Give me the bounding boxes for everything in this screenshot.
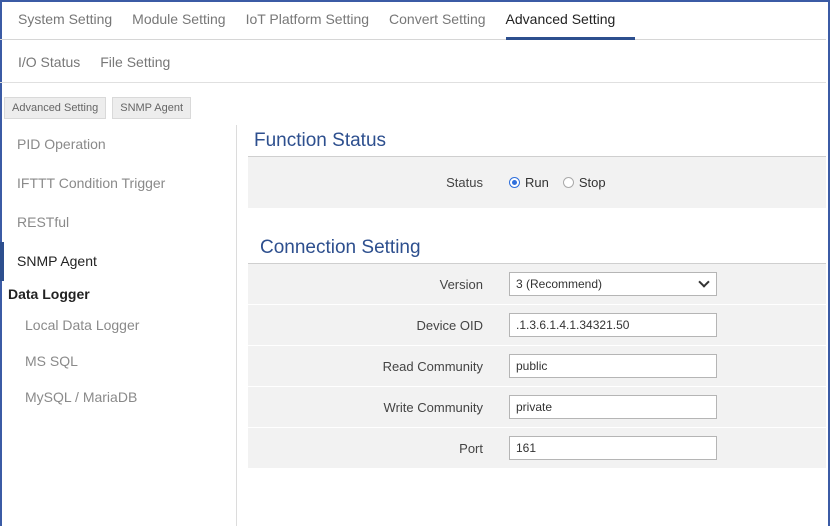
- stop-radio-dot[interactable]: [562, 177, 574, 188]
- stop-label: Stop: [578, 175, 606, 190]
- sidebar-item-mysql-mariadb[interactable]: MySQL / MariaDB: [0, 379, 232, 415]
- sidebar: PID Operation IFTTT Condition Trigger RE…: [0, 125, 232, 526]
- top-tabs: System Setting Module Setting IoT Platfo…: [0, 0, 826, 40]
- sidebar-item-restful[interactable]: RESTful: [0, 203, 232, 242]
- read-community-row: Read Community public: [248, 346, 826, 387]
- write-community-row: Write Community private: [248, 387, 826, 428]
- run-label: Run: [525, 175, 549, 190]
- function-status-title: Function Status: [248, 125, 826, 157]
- breadcrumb-snmp-agent[interactable]: SNMP Agent: [112, 97, 192, 119]
- device-oid-input[interactable]: .1.3.6.1.4.1.34321.50: [509, 313, 717, 337]
- port-input[interactable]: 161: [509, 436, 717, 460]
- breadcrumb-advanced-setting[interactable]: Advanced Setting: [4, 97, 107, 119]
- device-oid-label: Device OID: [416, 317, 483, 333]
- sidebar-item-snmp-agent[interactable]: SNMP Agent: [0, 242, 232, 281]
- version-label: Version: [439, 276, 483, 292]
- version-select[interactable]: 3 (Recommend): [509, 272, 717, 296]
- device-oid-row: Device OID .1.3.6.1.4.1.34321.50: [248, 305, 826, 346]
- tab-iot-platform-setting[interactable]: IoT Platform Setting: [246, 0, 389, 40]
- read-community-label: Read Community: [382, 358, 483, 374]
- sidebar-item-ifttt-condition-trigger[interactable]: IFTTT Condition Trigger: [0, 164, 232, 203]
- read-community-input[interactable]: public: [509, 354, 717, 378]
- connection-setting-title: Connection Setting: [248, 232, 826, 264]
- write-community-label: Write Community: [383, 399, 483, 415]
- sidebar-item-pid-operation[interactable]: PID Operation: [0, 125, 232, 164]
- top-tabs-second-row: I/O Status File Setting: [0, 41, 826, 83]
- status-radio-group: Run Stop: [495, 175, 826, 190]
- version-select-value: 3 (Recommend): [516, 277, 603, 291]
- tab-convert-setting[interactable]: Convert Setting: [389, 0, 506, 40]
- status-row: Status Run Stop: [248, 157, 826, 209]
- breadcrumb: Advanced Setting SNMP Agent: [4, 97, 192, 119]
- tab-io-status[interactable]: I/O Status: [0, 41, 100, 83]
- version-row: Version 3 (Recommend): [248, 264, 826, 305]
- tab-system-setting[interactable]: System Setting: [0, 0, 132, 40]
- sidebar-group-data-logger: Data Logger: [8, 286, 90, 302]
- main-content: Function Status Status Run Stop Connecti…: [248, 125, 826, 469]
- sidebar-divider: [236, 125, 237, 526]
- tab-file-setting[interactable]: File Setting: [100, 41, 190, 83]
- stop-radio[interactable]: Stop: [562, 175, 606, 190]
- run-radio-dot[interactable]: [509, 177, 520, 188]
- tab-advanced-setting[interactable]: Advanced Setting: [505, 0, 636, 40]
- tab-module-setting[interactable]: Module Setting: [132, 0, 245, 40]
- sidebar-item-local-data-logger[interactable]: Local Data Logger: [0, 307, 232, 343]
- run-radio[interactable]: Run: [509, 175, 549, 190]
- write-community-input[interactable]: private: [509, 395, 717, 419]
- chevron-down-icon: [698, 276, 710, 288]
- sidebar-item-ms-sql[interactable]: MS SQL: [0, 343, 232, 379]
- port-row: Port 161: [248, 428, 826, 469]
- port-label: Port: [459, 440, 483, 456]
- status-label: Status: [446, 175, 483, 190]
